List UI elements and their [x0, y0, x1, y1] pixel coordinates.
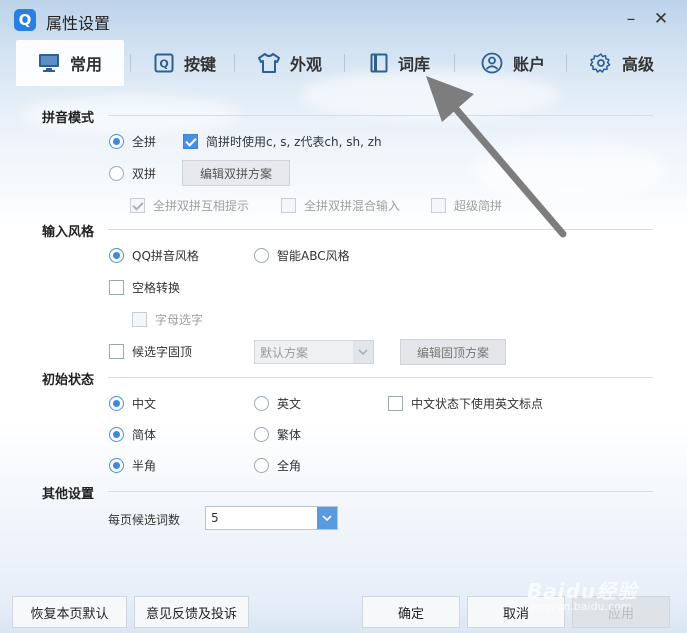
settings-window: Q 属性设置 – ✕ 常用 Q 按键 外观 词库 账户 高级 拼音模式 全拼 简…	[0, 0, 687, 633]
annotation-arrow-icon	[426, 76, 567, 238]
